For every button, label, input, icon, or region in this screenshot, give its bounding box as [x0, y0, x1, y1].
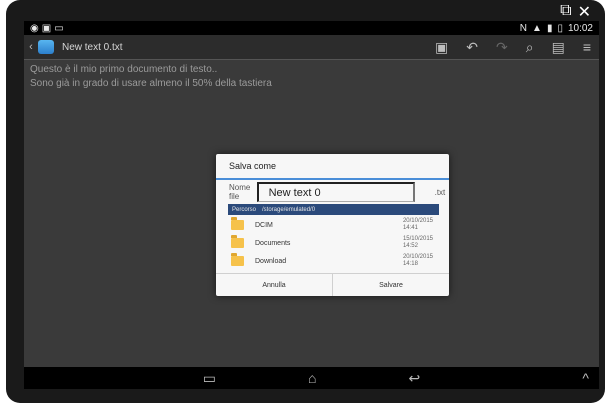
- clock: 10:02: [567, 22, 593, 34]
- screen: ◉ ▣ ▭ N ▲ ▮ ▯ 10:02 ‹ New text 0.txt ▣ ↶…: [24, 21, 599, 389]
- folder-item[interactable]: DCIM 20/10/2015 14:41: [228, 216, 439, 234]
- back-icon[interactable]: ↩: [408, 370, 420, 387]
- document-title[interactable]: New text 0.txt: [62, 42, 123, 53]
- folder-name: Download: [255, 257, 287, 265]
- folder-date: 20/10/2015 14:41: [402, 218, 433, 231]
- redo-icon[interactable]: ↷: [496, 39, 508, 56]
- eye-icon: ◉: [30, 22, 39, 34]
- app-logo[interactable]: [38, 40, 54, 54]
- copy-icon[interactable]: ▤: [552, 39, 565, 56]
- cancel-button[interactable]: Annulla: [216, 274, 332, 296]
- screen-icon: ▣: [41, 22, 52, 34]
- folder-icon: [231, 235, 244, 248]
- folder-name: DCIM: [255, 221, 273, 229]
- window-controls: ⧉ ✕: [560, 2, 591, 22]
- folder-item[interactable]: Documents 15/10/2015 14:52: [228, 234, 439, 252]
- extension-label: .txt: [434, 187, 446, 197]
- folder-icon: [231, 217, 244, 230]
- filename-row: Nome file .txt: [216, 182, 449, 202]
- editor-line: Sono già in grado di usare almeno il 50%…: [30, 78, 272, 89]
- filename-input[interactable]: [256, 182, 415, 202]
- path-value: /storage/emulated/0: [262, 206, 316, 213]
- folder-item[interactable]: Download 20/10/2015 14:18: [228, 252, 439, 268]
- recent-apps-icon[interactable]: ▭: [203, 370, 216, 387]
- external-window-icon[interactable]: ⧉: [560, 2, 571, 22]
- back-chevron-icon[interactable]: ‹: [24, 41, 38, 53]
- path-label: Percorso: [232, 206, 257, 213]
- editor-line: Questo è il mio primo documento di testo…: [30, 64, 218, 75]
- filename-label: Nome file: [229, 183, 251, 201]
- cast-icon: ▭: [54, 22, 64, 34]
- folder-date: 15/10/2015 14:52: [402, 236, 433, 249]
- dialog-title: Salva come: [216, 154, 449, 180]
- save-button[interactable]: Salvare: [332, 274, 449, 296]
- nfc-icon: N: [519, 22, 528, 34]
- navigation-bar: ▭ ⌂ ↩ ^: [24, 367, 599, 389]
- signal-icon: ▮: [546, 22, 553, 34]
- folder-date: 20/10/2015 14:18: [402, 254, 433, 267]
- close-icon[interactable]: ✕: [578, 2, 591, 22]
- path-bar: Percorso /storage/emulated/0: [228, 204, 439, 215]
- home-icon[interactable]: ⌂: [308, 370, 316, 386]
- chevron-up-icon[interactable]: ^: [582, 370, 589, 386]
- menu-icon[interactable]: ≡: [583, 39, 591, 55]
- undo-icon[interactable]: ↶: [466, 39, 478, 56]
- folder-icon: [231, 253, 244, 266]
- battery-icon: ▯: [557, 22, 563, 34]
- dialog-buttons: Annulla Salvare: [216, 273, 449, 296]
- wifi-icon: ▲: [532, 22, 542, 34]
- text-editor[interactable]: Questo è il mio primo documento di testo…: [30, 63, 593, 91]
- save-icon[interactable]: ▣: [435, 39, 448, 56]
- status-bar: ◉ ▣ ▭ N ▲ ▮ ▯ 10:02: [24, 21, 599, 35]
- find-icon[interactable]: ⌕: [526, 39, 534, 56]
- action-bar: ‹ New text 0.txt ▣ ↶ ↷ ⌕ ▤ ≡: [24, 35, 599, 60]
- save-as-dialog: Salva come Nome file .txt Percorso /stor…: [216, 154, 449, 296]
- folder-list: DCIM 20/10/2015 14:41 Documents 15/10/201…: [228, 216, 439, 268]
- folder-name: Documents: [255, 239, 291, 247]
- tablet-frame: ⧉ ✕ ◉ ▣ ▭ N ▲ ▮ ▯ 10:02 ‹ New text 0.txt…: [6, 0, 605, 403]
